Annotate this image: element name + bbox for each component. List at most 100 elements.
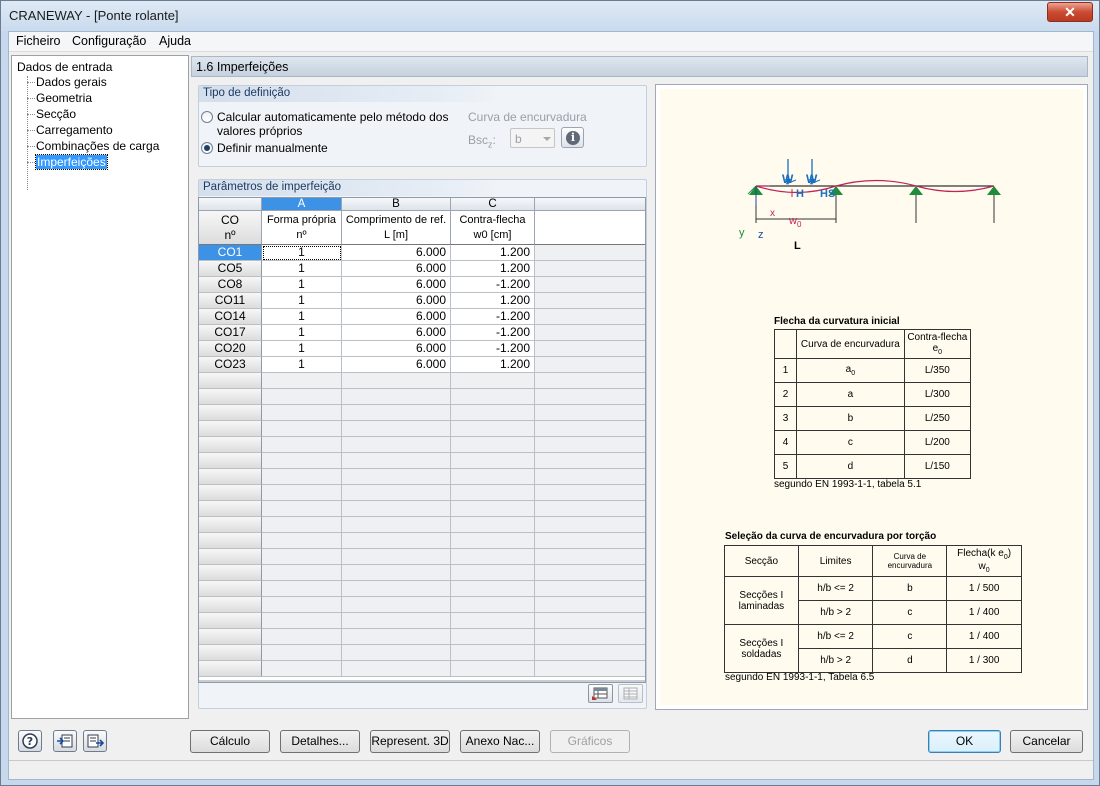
table-cell-empty[interactable]: [262, 661, 342, 677]
col-letter-b[interactable]: B: [342, 198, 451, 211]
table-cell-empty[interactable]: [535, 613, 645, 629]
table-cell-b[interactable]: 6.000: [342, 245, 451, 261]
table-cell-empty[interactable]: [535, 325, 645, 341]
tree-item-geometria[interactable]: Geometria: [26, 91, 92, 105]
table-cell-empty[interactable]: [342, 485, 451, 501]
tree-item-seccao[interactable]: Secção: [26, 107, 76, 121]
menu-ficheiro[interactable]: Ficheiro: [16, 34, 60, 48]
table-cell-empty[interactable]: [535, 533, 645, 549]
table-cell-empty[interactable]: [451, 533, 535, 549]
table-cell-empty[interactable]: [451, 501, 535, 517]
table-cell-empty[interactable]: [451, 469, 535, 485]
table-cell-c[interactable]: 1.200: [451, 261, 535, 277]
table-cell-b[interactable]: 6.000: [342, 309, 451, 325]
option-auto-label[interactable]: Calcular automaticamente pelo método dos…: [217, 110, 448, 138]
table-cell-empty[interactable]: [451, 485, 535, 501]
table-cell-c[interactable]: -1.200: [451, 277, 535, 293]
row-header-empty[interactable]: [199, 533, 262, 549]
tree-root-dados-de-entrada[interactable]: Dados de entrada: [17, 60, 112, 74]
help-button[interactable]: ?: [18, 730, 42, 752]
table-cell-empty[interactable]: [535, 517, 645, 533]
close-button[interactable]: ✕: [1047, 2, 1093, 22]
table-cell-empty[interactable]: [535, 405, 645, 421]
table-cell-empty[interactable]: [342, 421, 451, 437]
table-cell-empty[interactable]: [535, 453, 645, 469]
table-cell-a[interactable]: 1: [262, 293, 342, 309]
table-cell-empty[interactable]: [535, 485, 645, 501]
row-header-empty[interactable]: [199, 437, 262, 453]
table-cell-b[interactable]: 6.000: [342, 261, 451, 277]
export-button[interactable]: [83, 730, 107, 752]
table-cell-empty[interactable]: [262, 613, 342, 629]
table-cell-c[interactable]: 1.200: [451, 293, 535, 309]
row-header-co[interactable]: CO5: [199, 261, 262, 277]
table-cell-empty[interactable]: [342, 629, 451, 645]
cancelar-button[interactable]: Cancelar: [1010, 730, 1083, 753]
row-header-co[interactable]: CO17: [199, 325, 262, 341]
table-cell-empty[interactable]: [535, 565, 645, 581]
table-cell-c[interactable]: -1.200: [451, 309, 535, 325]
row-header-empty[interactable]: [199, 389, 262, 405]
row-header-co[interactable]: CO20: [199, 341, 262, 357]
table-cell-empty[interactable]: [451, 581, 535, 597]
menu-ajuda[interactable]: Ajuda: [159, 34, 191, 48]
table-cell-empty[interactable]: [451, 421, 535, 437]
row-header-co[interactable]: CO8: [199, 277, 262, 293]
row-header-empty[interactable]: [199, 485, 262, 501]
table-cell-empty[interactable]: [342, 549, 451, 565]
table-cell-empty[interactable]: [342, 533, 451, 549]
row-header-co[interactable]: CO23: [199, 357, 262, 373]
table-cell-empty[interactable]: [262, 501, 342, 517]
menu-configuracao[interactable]: Configuração: [72, 34, 146, 48]
table-cell-empty[interactable]: [535, 549, 645, 565]
table-cell-empty[interactable]: [342, 501, 451, 517]
table-cell-empty[interactable]: [451, 645, 535, 661]
row-header-empty[interactable]: [199, 405, 262, 421]
row-header-empty[interactable]: [199, 517, 262, 533]
table-cell-empty[interactable]: [451, 437, 535, 453]
row-header-empty[interactable]: [199, 661, 262, 677]
table-cell-empty[interactable]: [451, 565, 535, 581]
table-cell-empty[interactable]: [342, 565, 451, 581]
table-cell-empty[interactable]: [262, 533, 342, 549]
table-cell-a[interactable]: 1: [262, 341, 342, 357]
row-header-empty[interactable]: [199, 629, 262, 645]
calculo-button[interactable]: Cálculo: [190, 730, 270, 753]
table-cell-a[interactable]: 1: [262, 261, 342, 277]
table-cell-b[interactable]: 6.000: [342, 293, 451, 309]
table-view-button[interactable]: [588, 684, 613, 703]
table-cell-empty[interactable]: [535, 469, 645, 485]
table-cell-empty[interactable]: [262, 389, 342, 405]
table-cell-empty[interactable]: [342, 437, 451, 453]
table-cell-empty[interactable]: [262, 549, 342, 565]
info-button[interactable]: i: [561, 127, 584, 148]
table-cell-a[interactable]: 1: [262, 357, 342, 373]
detalhes-button[interactable]: Detalhes...: [280, 730, 360, 753]
row-header-empty[interactable]: [199, 373, 262, 389]
table-cell-empty[interactable]: [262, 453, 342, 469]
table-cell-empty[interactable]: [535, 501, 645, 517]
table-cell-empty[interactable]: [535, 261, 645, 277]
table-cell-empty[interactable]: [451, 453, 535, 469]
table-cell-empty[interactable]: [451, 661, 535, 677]
table-cell-empty[interactable]: [535, 341, 645, 357]
table-cell-empty[interactable]: [451, 613, 535, 629]
graficos-button[interactable]: Gráficos: [550, 730, 630, 753]
table-cell-empty[interactable]: [451, 549, 535, 565]
col-letter-a[interactable]: A: [262, 198, 342, 211]
table-cell-empty[interactable]: [262, 405, 342, 421]
table-cell-empty[interactable]: [535, 389, 645, 405]
radio-auto[interactable]: [201, 111, 213, 123]
table-cell-empty[interactable]: [535, 437, 645, 453]
row-header-empty[interactable]: [199, 469, 262, 485]
table-export-button[interactable]: [618, 684, 643, 703]
table-cell-empty[interactable]: [342, 645, 451, 661]
row-header-co[interactable]: CO1: [199, 245, 262, 261]
row-header-co[interactable]: CO11: [199, 293, 262, 309]
table-cell-empty[interactable]: [535, 597, 645, 613]
table-cell-b[interactable]: 6.000: [342, 277, 451, 293]
table-cell-empty[interactable]: [451, 389, 535, 405]
table-cell-empty[interactable]: [451, 629, 535, 645]
anexo-nac-button[interactable]: Anexo Nac...: [460, 730, 540, 753]
bsc-select[interactable]: b: [510, 128, 555, 148]
